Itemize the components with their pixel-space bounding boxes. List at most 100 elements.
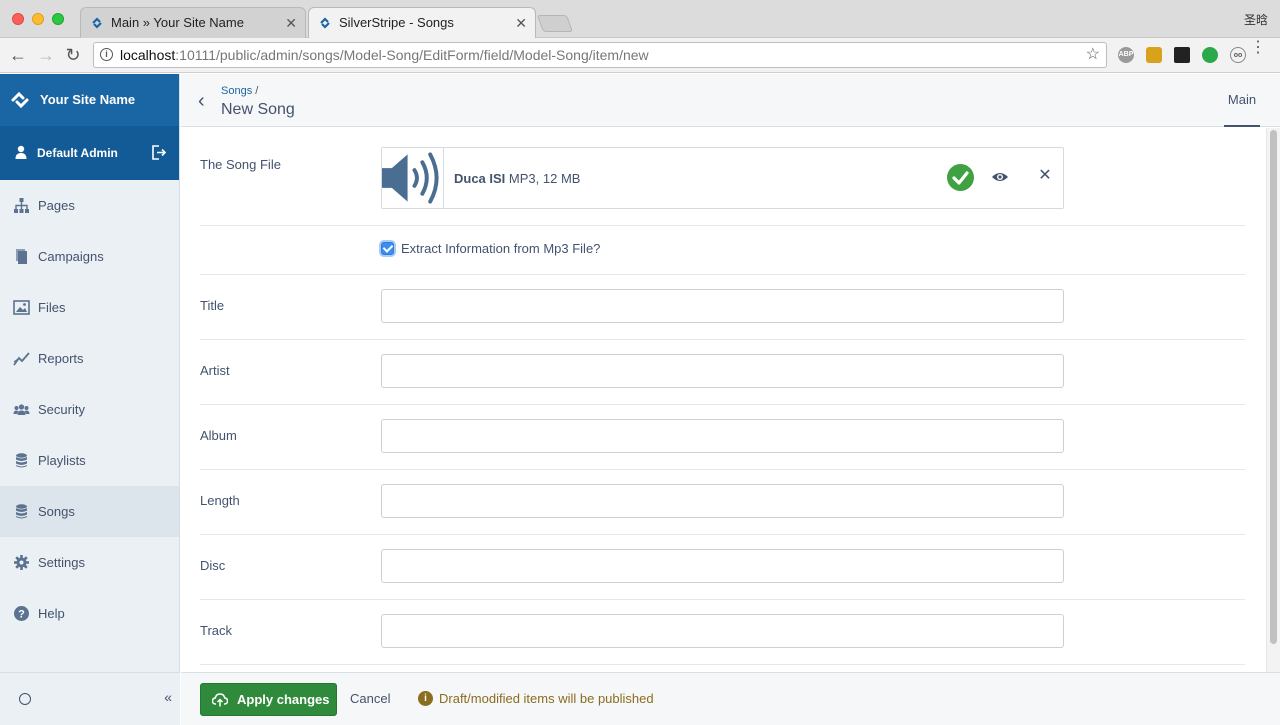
track-row: Track [200, 600, 1245, 665]
sidebar-item-settings[interactable]: Settings [0, 537, 179, 588]
browser-tab-songs[interactable]: SilverStripe - Songs ✕ [308, 7, 536, 39]
album-input[interactable] [381, 419, 1064, 453]
sidebar-item-pages[interactable]: Pages [0, 180, 179, 231]
title-input[interactable] [381, 289, 1064, 323]
sidebar-item-label: Settings [38, 555, 85, 570]
back-chevron-icon[interactable]: ‹ [198, 90, 205, 113]
collapse-sidebar-button[interactable]: « [164, 689, 172, 705]
breadcrumb-songs-link[interactable]: Songs [221, 85, 252, 97]
tab-close-icon[interactable]: ✕ [515, 8, 527, 38]
cloud-upload-icon [212, 693, 228, 707]
site-info-icon[interactable]: i [100, 48, 113, 61]
apply-changes-label: Apply changes [237, 692, 330, 707]
profile-name[interactable]: 圣晗 [1244, 11, 1268, 28]
browser-tabbar: Main » Your Site Name ✕ SilverStripe - S… [0, 0, 1280, 39]
content-scrollbar[interactable] [1266, 128, 1280, 672]
remove-file-icon[interactable]: ✕ [1037, 168, 1053, 184]
window-zoom-button[interactable] [52, 13, 64, 25]
window-close-button[interactable] [12, 13, 24, 25]
users-icon [13, 404, 30, 415]
database-icon [16, 504, 27, 519]
file-details: Duca ISI MP3, 12 MB [454, 171, 580, 186]
scrollbar-thumb[interactable] [1270, 130, 1277, 644]
track-label: Track [200, 623, 233, 638]
green-extension-icon[interactable] [1202, 47, 1218, 63]
qr-extension-icon[interactable] [1174, 47, 1190, 63]
tab-close-icon[interactable]: ✕ [285, 8, 297, 38]
file-meta: MP3, 12 MB [508, 171, 581, 186]
user-name: Default Admin [37, 146, 118, 160]
help-icon: ? [14, 606, 29, 621]
back-arrow-icon[interactable]: ← [8, 44, 28, 66]
address-bar[interactable]: i localhost:10111/public/admin/songs/Mod… [93, 42, 1107, 68]
site-brand[interactable]: Your Site Name [0, 74, 179, 126]
sidebar-item-reports[interactable]: Reports [0, 333, 179, 384]
sidebar-item-label: Files [38, 300, 66, 315]
lock-extension-icon[interactable] [1146, 47, 1162, 63]
reload-icon[interactable]: ↻ [63, 44, 83, 66]
disc-input[interactable] [381, 549, 1064, 583]
user-icon [15, 145, 27, 159]
sidebar-item-label: Playlists [38, 453, 86, 468]
sidebar-item-label: Campaigns [38, 249, 104, 264]
song-file-row: The Song File Duca ISI MP3, 12 MB ✕ [200, 128, 1245, 226]
sidebar-item-label: Reports [38, 351, 84, 366]
length-input[interactable] [381, 484, 1064, 518]
apply-changes-button[interactable]: Apply changes [200, 683, 337, 716]
sidebar-item-security[interactable]: Security [0, 384, 179, 435]
album-row: Album [200, 405, 1245, 470]
disc-row: Disc [200, 535, 1245, 600]
sidebar-item-campaigns[interactable]: Campaigns [0, 231, 179, 282]
uploaded-file-item[interactable]: Duca ISI MP3, 12 MB ✕ [381, 147, 1064, 209]
svg-text:?: ? [18, 609, 25, 621]
audio-file-thumbnail-icon [382, 148, 444, 208]
sidebar-item-playlists[interactable]: Playlists [0, 435, 179, 486]
sidebar-item-files[interactable]: Files [0, 282, 179, 333]
new-tab-button[interactable] [536, 15, 574, 32]
bookmark-star-icon[interactable]: ☆ [1086, 43, 1100, 67]
sidebar-item-songs[interactable]: Songs [0, 486, 179, 537]
silverstripe-logo-icon [11, 91, 29, 109]
silverstripe-favicon-icon [92, 17, 102, 29]
silverstripe-favicon-icon [320, 17, 330, 29]
browser-toolbar: ← → ↻ i localhost:10111/public/admin/son… [0, 38, 1280, 73]
chart-line-icon [13, 352, 30, 366]
extract-checkbox-label[interactable]: Extract Information from Mp3 File? [401, 241, 600, 256]
link-extension-icon[interactable]: oo [1230, 47, 1246, 63]
forward-arrow-icon[interactable]: → [36, 44, 56, 66]
database-icon [16, 453, 27, 468]
form-actions: Apply changes Cancel i Draft/modified it… [181, 672, 1280, 725]
extract-checkbox[interactable] [381, 242, 394, 255]
disc-label: Disc [200, 558, 226, 573]
logout-icon[interactable] [151, 145, 166, 160]
length-row: Length [200, 470, 1245, 535]
gear-icon [14, 555, 29, 570]
url-path: :10111/public/admin/songs/Model-Song/Edi… [175, 47, 649, 63]
track-input[interactable] [381, 614, 1064, 648]
browser-tab-main[interactable]: Main » Your Site Name ✕ [80, 7, 306, 38]
view-eye-icon[interactable] [991, 170, 1009, 184]
title-row: Title [200, 275, 1245, 340]
publish-notice-text: Draft/modified items will be published [439, 691, 654, 706]
publish-notice: i Draft/modified items will be published [418, 691, 654, 706]
loading-indicator-icon [19, 693, 31, 705]
sitemap-icon [14, 198, 29, 213]
browser-menu-icon[interactable]: ⋮ [1250, 40, 1266, 56]
tab-title: SilverStripe - Songs [339, 15, 454, 30]
cms-sidebar: Your Site Name Default Admin Pages Campa… [0, 74, 180, 725]
adblock-extension-icon[interactable]: ABP [1118, 47, 1134, 63]
edit-form: The Song File Duca ISI MP3, 12 MB ✕ Extr… [181, 128, 1266, 672]
campaigns-icon [16, 249, 27, 264]
artist-input[interactable] [381, 354, 1064, 388]
cancel-link[interactable]: Cancel [350, 691, 390, 706]
page-title: New Song [221, 101, 295, 118]
window-minimize-button[interactable] [32, 13, 44, 25]
sidebar-item-label: Pages [38, 198, 75, 213]
tab-main[interactable]: Main [1224, 74, 1260, 127]
info-icon: i [418, 691, 433, 706]
breadcrumb-separator: / [255, 85, 259, 97]
sidebar-item-help[interactable]: ? Help [0, 588, 179, 639]
artist-row: Artist [200, 340, 1245, 405]
artist-label: Artist [200, 363, 230, 378]
user-bar[interactable]: Default Admin [0, 126, 179, 180]
